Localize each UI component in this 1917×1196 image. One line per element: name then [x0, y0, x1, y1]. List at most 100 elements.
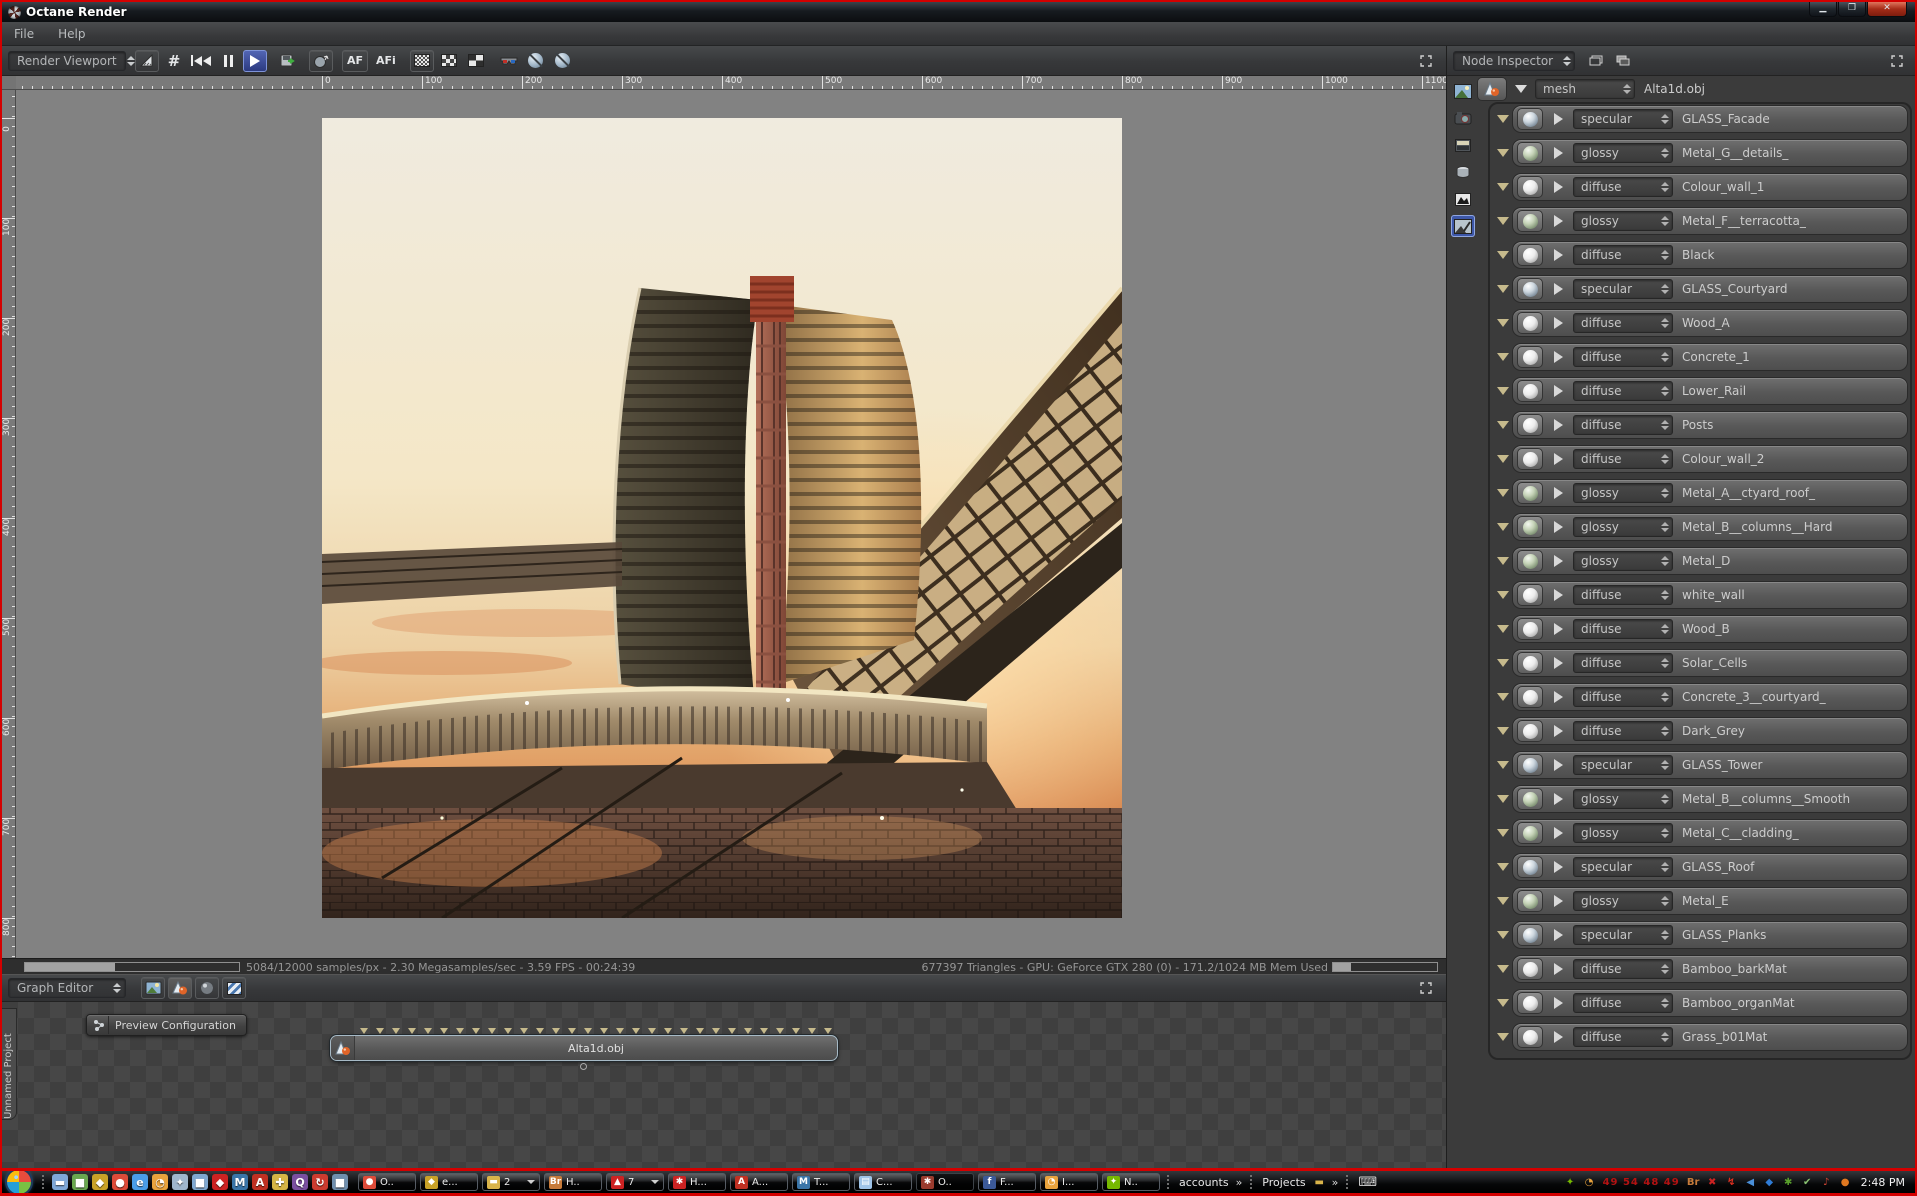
material-node-bar[interactable]: glossy Metal_B__columns__Hard: [1512, 513, 1908, 541]
node-pin-icon[interactable]: [616, 1028, 624, 1034]
material-thumbnail-button[interactable]: [1517, 108, 1543, 130]
material-type-select[interactable]: diffuse: [1573, 381, 1673, 401]
preview-configuration-button[interactable]: Preview Configuration: [86, 1014, 247, 1036]
taskbar-clock[interactable]: 2:48 PM: [1861, 1176, 1905, 1189]
security-alert-icon[interactable]: ✖: [1705, 1175, 1720, 1190]
expand-arrow-icon[interactable]: [1554, 1031, 1563, 1043]
node-output-pin[interactable]: [580, 1063, 587, 1070]
material-type-select[interactable]: diffuse: [1573, 619, 1673, 639]
expand-arrow-icon[interactable]: [1554, 181, 1563, 193]
expand-arrow-icon[interactable]: [1554, 385, 1563, 397]
expand-arrow-icon[interactable]: [1554, 283, 1563, 295]
material-type-select[interactable]: diffuse: [1573, 585, 1673, 605]
material-type-select[interactable]: diffuse: [1573, 959, 1673, 979]
expand-arrow-icon[interactable]: [1554, 997, 1563, 1009]
environment-toggle-button[interactable]: [524, 50, 548, 72]
minimize-button[interactable]: ▁: [1809, 2, 1837, 17]
expand-arrow-icon[interactable]: [1554, 147, 1563, 159]
node-pin-icon[interactable]: [728, 1028, 736, 1034]
pick-material-tool-button[interactable]: [135, 49, 159, 72]
node-pin-icon[interactable]: [504, 1028, 512, 1034]
node-pin-icon[interactable]: [376, 1028, 384, 1034]
save-image-button[interactable]: [276, 50, 300, 72]
paint-window[interactable]: ✱ H...: [668, 1173, 726, 1191]
internet-explorer-icon[interactable]: e: [132, 1174, 148, 1190]
network-places-icon[interactable]: ✦: [172, 1174, 188, 1190]
sync-clock-icon[interactable]: ◔: [152, 1174, 168, 1190]
node-pin-icon[interactable]: [648, 1028, 656, 1034]
show-desktop-icon[interactable]: ▬: [52, 1174, 68, 1190]
expand-arrow-icon[interactable]: [1554, 215, 1563, 227]
material-thumbnail-button[interactable]: [1517, 958, 1543, 980]
pause-render-button[interactable]: [216, 50, 240, 72]
remote-desktop-icon[interactable]: ■: [332, 1174, 348, 1190]
expand-arrow-icon[interactable]: [1554, 419, 1563, 431]
material-node-bar[interactable]: glossy Metal_D: [1512, 547, 1908, 575]
node-pin-icon[interactable]: [488, 1028, 496, 1034]
graph-editor-selector[interactable]: Graph Editor: [8, 978, 126, 998]
add-texture-button[interactable]: [222, 977, 246, 999]
expand-arrow-icon[interactable]: [1554, 113, 1563, 125]
computer-icon[interactable]: ■: [192, 1174, 208, 1190]
dropbox-icon[interactable]: ◆: [1762, 1175, 1777, 1190]
facebook-window[interactable]: f F...: [978, 1173, 1036, 1191]
material-thumbnail-button[interactable]: [1517, 652, 1543, 674]
viewport-selector[interactable]: Render Viewport: [8, 50, 135, 71]
material-node-bar[interactable]: diffuse white_wall: [1512, 581, 1908, 609]
security-lock-icon[interactable]: ◆: [92, 1174, 108, 1190]
material-thumbnail-button[interactable]: [1517, 244, 1543, 266]
anaglyph-stereo-button[interactable]: [497, 50, 521, 72]
material-type-select[interactable]: diffuse: [1573, 415, 1673, 435]
alpha-checker-fine-button[interactable]: [409, 49, 434, 72]
node-pin-icon[interactable]: [680, 1028, 688, 1034]
menu-file[interactable]: File: [2, 24, 46, 44]
alpha-checker-split-button[interactable]: [464, 50, 488, 72]
add-material-button[interactable]: [195, 977, 219, 999]
messenger-icon[interactable]: ◀: [1743, 1175, 1758, 1190]
bridge-window[interactable]: Br H..: [544, 1173, 602, 1191]
mesh-cone-icon[interactable]: [1477, 77, 1507, 101]
autocad-window[interactable]: A A...: [730, 1173, 788, 1191]
refresh-icon[interactable]: ↻: [312, 1174, 328, 1190]
node-pin-icon[interactable]: [584, 1028, 592, 1034]
material-thumbnail-button[interactable]: [1517, 856, 1543, 878]
material-type-select[interactable]: glossy: [1573, 143, 1673, 163]
toolbar-projects-label[interactable]: Projects: [1262, 1176, 1305, 1189]
node-pin-icon[interactable]: [472, 1028, 480, 1034]
node-pin-icon[interactable]: [552, 1028, 560, 1034]
material-node-bar[interactable]: diffuse Black: [1512, 241, 1908, 269]
mesh-node[interactable]: Alta1d.obj: [330, 1035, 838, 1061]
menu-help[interactable]: Help: [46, 24, 97, 44]
node-pin-icon[interactable]: [824, 1028, 832, 1034]
autofocus-button[interactable]: AF: [342, 49, 369, 72]
node-pin-icon[interactable]: [536, 1028, 544, 1034]
pass-beauty-button[interactable]: [1451, 80, 1475, 102]
node-pin-icon[interactable]: [696, 1028, 704, 1034]
material-node-bar[interactable]: glossy Metal_F__terracotta_: [1512, 207, 1908, 235]
chrome-icon[interactable]: ●: [112, 1174, 128, 1190]
material-type-select[interactable]: diffuse: [1573, 687, 1673, 707]
close-button[interactable]: ✕: [1867, 2, 1907, 17]
expand-arrow-icon[interactable]: [1554, 759, 1563, 771]
audio-manager-icon[interactable]: ♪: [1819, 1175, 1834, 1190]
node-pin-icon[interactable]: [360, 1028, 368, 1034]
material-thumbnail-button[interactable]: [1517, 1026, 1543, 1048]
material-node-bar[interactable]: specular GLASS_Planks: [1512, 921, 1908, 949]
node-pin-icon[interactable]: [408, 1028, 416, 1034]
expand-arrow-icon[interactable]: [1554, 555, 1563, 567]
expand-arrow-icon[interactable]: [1554, 963, 1563, 975]
pass-rendertarget-button[interactable]: [1451, 215, 1475, 237]
material-type-select[interactable]: specular: [1573, 279, 1673, 299]
material-node-bar[interactable]: glossy Metal_G__details_: [1512, 139, 1908, 167]
inspector-fullscreen-button[interactable]: [1885, 50, 1909, 72]
nvidia-window[interactable]: ✦ N..: [1102, 1173, 1160, 1191]
material-node-bar[interactable]: diffuse Solar_Cells: [1512, 649, 1908, 677]
environment-alt-toggle-button[interactable]: [551, 50, 575, 72]
node-pin-icon[interactable]: [792, 1028, 800, 1034]
qq-icon[interactable]: Q: [292, 1174, 308, 1190]
media-player-icon[interactable]: ■: [72, 1174, 88, 1190]
chevron-icon[interactable]: »: [1236, 1176, 1243, 1189]
expand-arrow-icon[interactable]: [1554, 453, 1563, 465]
time-sync-icon[interactable]: ◔: [1582, 1175, 1597, 1190]
material-thumbnail-button[interactable]: [1517, 142, 1543, 164]
